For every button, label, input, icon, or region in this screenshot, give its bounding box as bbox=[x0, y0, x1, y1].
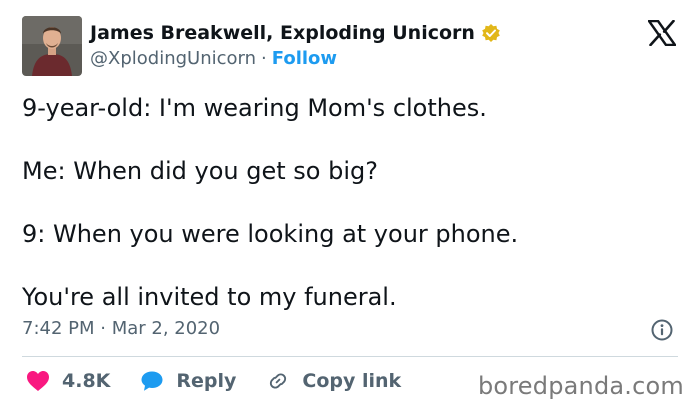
tweet-line: Me: When did you get so big? bbox=[22, 157, 378, 185]
follow-button[interactable]: Follow bbox=[272, 48, 337, 69]
reply-label: Reply bbox=[176, 370, 237, 392]
x-logo-icon[interactable] bbox=[647, 19, 677, 47]
separator-dot: · bbox=[261, 48, 267, 69]
heart-icon bbox=[27, 371, 49, 391]
reply-button[interactable]: Reply bbox=[140, 370, 236, 392]
avatar[interactable] bbox=[22, 16, 82, 76]
speech-bubble-icon bbox=[141, 371, 163, 391]
tweet-line: 9-year-old: I'm wearing Mom's clothes. bbox=[22, 94, 487, 122]
author-name[interactable]: James Breakwell, Exploding Unicorn bbox=[90, 22, 475, 44]
divider bbox=[22, 356, 678, 357]
watermark: boredpanda.com bbox=[477, 372, 684, 400]
info-icon[interactable] bbox=[650, 318, 674, 342]
copy-link-button[interactable]: Copy link bbox=[266, 370, 401, 392]
verified-badge-icon bbox=[481, 23, 501, 43]
action-bar: 4.8K Reply Copy link bbox=[26, 370, 431, 392]
tweet-line: You're all invited to my funeral. bbox=[22, 283, 397, 311]
author-handle[interactable]: @XplodingUnicorn bbox=[90, 48, 256, 69]
tweet-body: 9-year-old: I'm wearing Mom's clothes. M… bbox=[22, 92, 682, 313]
tweet-line: 9: When you were looking at your phone. bbox=[22, 220, 519, 248]
link-icon bbox=[270, 373, 287, 389]
handle-row: @XplodingUnicorn · Follow bbox=[90, 48, 337, 69]
copy-link-label: Copy link bbox=[302, 370, 402, 392]
like-button[interactable]: 4.8K bbox=[26, 370, 110, 392]
tweet-timestamp[interactable]: 7:42 PM · Mar 2, 2020 bbox=[22, 318, 220, 339]
likes-count: 4.8K bbox=[62, 370, 111, 392]
author-row: James Breakwell, Exploding Unicorn bbox=[90, 22, 501, 44]
